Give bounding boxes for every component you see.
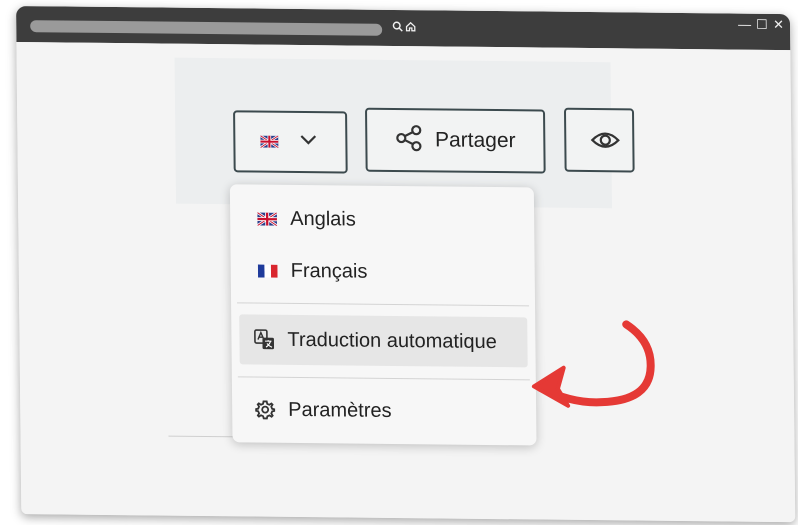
maximize-button[interactable]: ☐ [756,17,768,32]
menu-item-label: Français [290,259,368,283]
menu-item-french[interactable]: Français [231,250,535,293]
translate-icon [253,329,275,351]
close-button[interactable]: ✕ [773,17,784,32]
menu-item-english[interactable]: Anglais [230,198,534,241]
gb-flag-icon [256,208,278,230]
home-icon[interactable] [405,21,416,36]
chevron-down-icon [299,133,317,151]
menu-item-auto-translate[interactable]: Traduction automatique [231,314,536,367]
menu-item-label: Traduction automatique [287,328,497,353]
share-icon [395,123,423,156]
page-content: Partager Anglais Français Traduction aut… [16,42,796,523]
gear-icon [254,399,276,421]
browser-window: ⚲ — ☐ ✕ Partager [16,6,796,523]
language-menu: Anglais Français Traduction automatique [229,184,537,446]
search-icon[interactable] [392,21,403,36]
menu-separator [237,302,530,307]
menu-item-label: Anglais [290,207,356,231]
language-dropdown-button[interactable] [233,110,348,174]
address-bar[interactable] [30,20,383,36]
minimize-button[interactable]: — [738,17,751,32]
share-button[interactable]: Partager [365,107,546,174]
eye-icon [590,128,620,157]
pointer-arrow-icon [531,320,655,408]
gb-flag-icon [259,134,280,153]
menu-item-settings[interactable]: Paramètres [232,388,536,433]
menu-item-label: Paramètres [288,398,392,422]
menu-separator [237,376,530,381]
fr-flag-icon [257,260,279,282]
share-label: Partager [434,128,516,153]
view-button[interactable] [563,107,635,173]
